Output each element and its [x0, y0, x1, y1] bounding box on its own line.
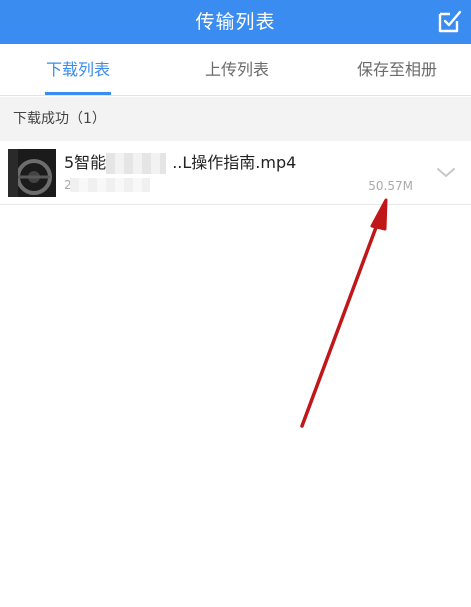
file-size: 50.57M — [368, 179, 413, 193]
file-name: 5智能 ..L操作指南.mp4 — [64, 153, 296, 173]
download-success-label: 下载成功（1） — [13, 111, 106, 127]
file-name-prefix: 5智能 — [64, 153, 107, 172]
tab-download-list[interactable]: 下载列表 — [28, 44, 128, 96]
section-header: 下载成功（1） — [0, 97, 471, 141]
tab-save-to-album[interactable]: 保存至相册 — [347, 44, 447, 96]
redacted-region — [106, 153, 166, 174]
list-item[interactable]: 5智能 ..L操作指南.mp4 2 50.57M — [0, 141, 471, 205]
header-bar: 传输列表 — [0, 0, 471, 44]
tab-bar: 下载列表 上传列表 保存至相册 — [0, 44, 471, 96]
tab-upload-list[interactable]: 上传列表 — [187, 44, 287, 96]
active-tab-indicator — [45, 92, 111, 95]
page-title: 传输列表 — [195, 11, 276, 33]
video-thumbnail — [8, 149, 56, 197]
transfer-list-screen: 传输列表 下载列表 上传列表 保存至相册 下载成功（1） 5智能 ..L操作指南… — [0, 0, 471, 607]
chevron-down-icon[interactable] — [435, 161, 457, 183]
file-name-suffix: ..L操作指南.mp4 — [172, 153, 297, 172]
redacted-region — [70, 178, 150, 192]
edit-checkbox-icon[interactable] — [437, 8, 463, 34]
